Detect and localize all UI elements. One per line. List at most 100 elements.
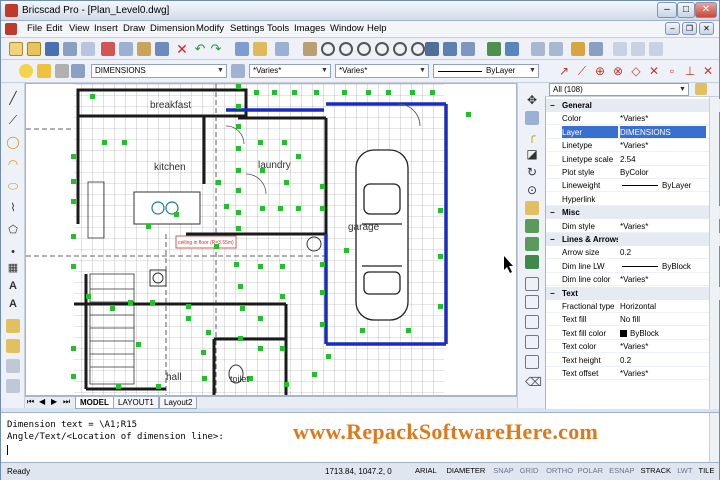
snap-midpoint-icon[interactable]: ⟋: [575, 64, 589, 78]
zoom-out-icon[interactable]: [393, 42, 407, 56]
chamfer-icon[interactable]: [525, 315, 539, 329]
save-icon[interactable]: [45, 42, 59, 56]
color-combo[interactable]: *Varies* ▼: [249, 64, 331, 78]
drawing-canvas[interactable]: breakfast kitchen laundry garage hall to…: [25, 83, 517, 396]
table-tool-icon[interactable]: [6, 379, 20, 393]
property-row[interactable]: Dim line LW ByBlock: [546, 260, 720, 273]
stretch-icon[interactable]: ◪: [525, 147, 539, 161]
tab-next-arrow-icon[interactable]: ▶: [51, 397, 57, 406]
text-tool-icon[interactable]: A: [6, 279, 20, 293]
status-toggle-tile[interactable]: TILE: [697, 465, 717, 478]
menu-edit[interactable]: Edit: [46, 23, 62, 34]
property-row[interactable]: Arrow size 0.2: [546, 246, 720, 260]
block-tool-icon[interactable]: [6, 319, 20, 333]
infinite-line-icon[interactable]: ⟋: [6, 113, 20, 127]
match-properties-icon[interactable]: [155, 42, 169, 56]
undo-icon[interactable]: ↶: [193, 42, 207, 56]
grid-view-icon[interactable]: [531, 42, 545, 56]
tool-palette-icon[interactable]: [571, 42, 585, 56]
offset-icon[interactable]: [525, 219, 539, 233]
layer-previous-icon[interactable]: [231, 64, 245, 78]
property-row[interactable]: Dim style *Varies*: [546, 220, 720, 233]
status-toggle-diameter[interactable]: DIAMETER: [445, 465, 488, 478]
line-tool-icon[interactable]: ╱: [6, 91, 20, 105]
copy-icon[interactable]: [119, 42, 133, 56]
paste-icon[interactable]: [137, 42, 151, 56]
property-row[interactable]: Plot style ByColor: [546, 166, 720, 179]
property-row[interactable]: ▼LayerDIMENSIONS: [546, 125, 720, 139]
property-row[interactable]: Text height 0.2: [546, 354, 720, 367]
zoom-in-icon[interactable]: [375, 42, 389, 56]
tab-prev-arrow-icon[interactable]: ◀: [39, 397, 45, 406]
edit-polyline-icon[interactable]: [525, 355, 539, 369]
selection-combo[interactable]: All (108) ▼: [549, 83, 689, 96]
status-toggle-polar[interactable]: POLAR: [576, 465, 605, 478]
polygon-tool-icon[interactable]: ⬠: [6, 223, 20, 237]
maximize-button[interactable]: □: [677, 2, 695, 18]
redo-icon[interactable]: ↷: [209, 42, 223, 56]
viewport-1-icon[interactable]: [613, 42, 627, 56]
doc-restore-button[interactable]: ❐: [682, 22, 697, 35]
explorer-icon[interactable]: [487, 42, 501, 56]
menu-tools[interactable]: Tools: [267, 23, 289, 34]
snap-node-icon[interactable]: ⊗: [611, 64, 625, 78]
delete-icon[interactable]: ✕: [175, 42, 189, 56]
menu-help[interactable]: Help: [367, 23, 387, 34]
property-category[interactable]: − Lines & Arrows: [546, 233, 720, 246]
layer-print-icon[interactable]: [71, 64, 85, 78]
snap-clear-icon[interactable]: ✕: [701, 64, 715, 78]
property-row[interactable]: Text offset *Varies*: [546, 367, 720, 380]
layer-on-icon[interactable]: [19, 64, 33, 78]
extend-icon[interactable]: [525, 277, 539, 291]
status-toggle-snap[interactable]: SNAP: [491, 465, 515, 478]
hatch-tool-icon[interactable]: ▦: [6, 261, 20, 275]
polyline-tool-icon[interactable]: ⌇: [6, 201, 20, 215]
property-row[interactable]: Color *Varies*: [546, 112, 720, 126]
menu-images[interactable]: Images: [294, 23, 325, 34]
render-icon[interactable]: [425, 42, 439, 56]
snap-insertion-icon[interactable]: ▫: [665, 64, 679, 78]
menu-draw[interactable]: Draw: [123, 23, 145, 34]
menu-settings[interactable]: Settings: [230, 23, 264, 34]
scale-icon[interactable]: ⊙: [525, 183, 539, 197]
layer-lock-icon[interactable]: [55, 64, 69, 78]
collapse-icon[interactable]: −: [550, 99, 555, 112]
viewport-3-icon[interactable]: [649, 42, 663, 56]
print-icon[interactable]: [63, 42, 77, 56]
snap-endpoint-icon[interactable]: ↗: [557, 64, 571, 78]
redraw-icon[interactable]: [253, 42, 267, 56]
menu-modify[interactable]: Modify: [196, 23, 224, 34]
fillet-icon[interactable]: ╭: [525, 129, 539, 143]
command-scrollbar[interactable]: [709, 413, 719, 462]
zoom-previous-icon[interactable]: [357, 42, 371, 56]
break-icon[interactable]: [525, 295, 539, 309]
new-file-icon[interactable]: [9, 42, 23, 56]
collapse-icon[interactable]: −: [550, 206, 555, 219]
rotate-icon[interactable]: ↻: [525, 165, 539, 179]
property-category[interactable]: − Misc: [546, 206, 720, 220]
property-row[interactable]: Fractional type Horizontal: [546, 300, 720, 313]
doc-close-button[interactable]: ✕: [699, 22, 714, 35]
property-row[interactable]: Text fill No fill: [546, 313, 720, 327]
mtext-tool-icon[interactable]: A: [6, 297, 20, 311]
trim-icon[interactable]: [525, 255, 539, 269]
design-center-icon[interactable]: [589, 42, 603, 56]
property-category[interactable]: − Text: [546, 286, 720, 300]
menu-dimension[interactable]: Dimension: [150, 23, 195, 34]
point-tool-icon[interactable]: •: [6, 245, 20, 259]
collapse-icon[interactable]: −: [550, 233, 555, 246]
arc-tool-icon[interactable]: ◠: [6, 157, 20, 171]
property-row[interactable]: Hyperlink: [546, 193, 720, 206]
status-toggle-strack[interactable]: STRACK: [639, 465, 673, 478]
property-row[interactable]: Text color *Varies*: [546, 340, 720, 354]
property-row[interactable]: Linetype *Varies*: [546, 139, 720, 153]
quick-select-icon[interactable]: [695, 83, 707, 95]
property-row[interactable]: Dim line color *Varies*: [546, 273, 720, 287]
properties-scrollbar[interactable]: [709, 97, 719, 409]
explode-icon[interactable]: [525, 335, 539, 349]
tab-layout1[interactable]: LAYOUT1: [113, 397, 159, 409]
status-toggle-grid[interactable]: GRID: [518, 465, 541, 478]
array-icon[interactable]: [525, 237, 539, 251]
circle-tool-icon[interactable]: ◯: [6, 135, 20, 149]
collapse-icon[interactable]: −: [550, 287, 555, 300]
